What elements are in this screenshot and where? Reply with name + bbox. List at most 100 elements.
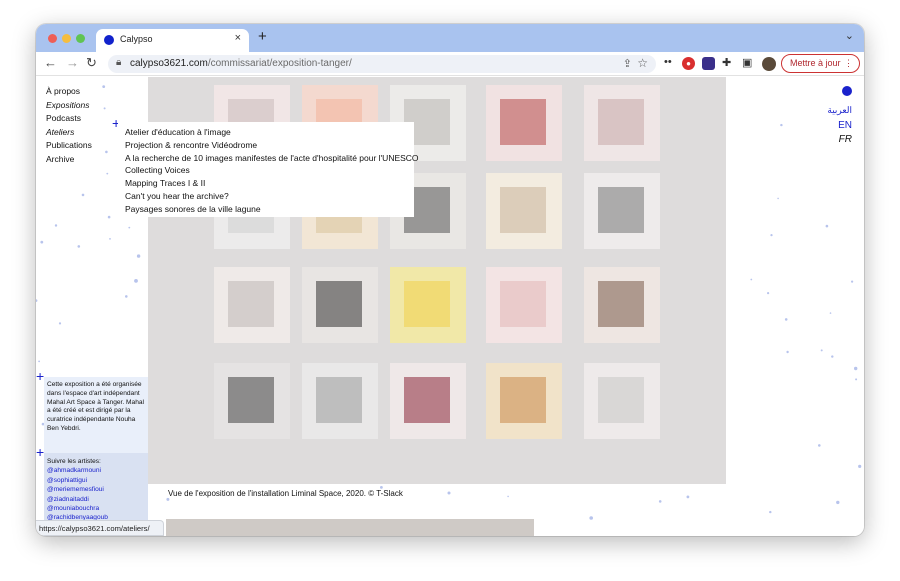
extension-dots-icon[interactable]: ••: [664, 56, 672, 68]
nav-item-archive[interactable]: Archive: [46, 153, 92, 167]
background-dot: [58, 322, 62, 325]
minimize-window-button[interactable]: [62, 34, 71, 43]
background-dot: [658, 500, 662, 503]
atelier-item[interactable]: Atelier d'éducation à l'image: [125, 126, 414, 139]
background-dot: [750, 278, 753, 281]
background-dot: [770, 234, 773, 237]
bookmark-star-icon[interactable]: ☆: [637, 56, 648, 70]
artist-link[interactable]: @mouniabouchra: [47, 504, 145, 513]
artwork-mark: [500, 187, 546, 233]
background-dot: [769, 510, 772, 514]
background-dot: [166, 497, 170, 501]
background-dot: [136, 254, 141, 258]
next-image: [166, 519, 534, 536]
background-dot: [40, 240, 44, 244]
background-dot: [777, 197, 779, 200]
tab-strip: Calypso × + ⌄: [36, 24, 864, 52]
nav-item-a-propos[interactable]: À propos: [46, 85, 92, 99]
background-dot: [81, 193, 85, 197]
background-dot: [780, 123, 783, 127]
nav-item-ateliers[interactable]: Ateliers: [46, 126, 92, 140]
browser-tab[interactable]: Calypso ×: [96, 29, 249, 52]
share-icon[interactable]: ⇪: [623, 57, 632, 70]
language-switcher: العربية EN FR: [827, 83, 852, 145]
background-dot: [686, 495, 690, 499]
background-dot: [77, 245, 81, 248]
lang-fr[interactable]: FR: [827, 134, 852, 145]
back-arrow-icon[interactable]: ←: [44, 55, 57, 70]
extension-badge-icon[interactable]: [702, 57, 715, 70]
extensions-puzzle-icon[interactable]: ✚: [722, 56, 731, 69]
background-dot: [109, 238, 111, 240]
background-dot: [125, 295, 128, 298]
artist-link[interactable]: @ahmadkarmouni: [47, 466, 145, 475]
update-button[interactable]: Mettre à jour ⋮: [781, 54, 860, 73]
maximize-window-button[interactable]: [76, 34, 85, 43]
background-dot: [103, 107, 106, 110]
artwork-mark: [598, 99, 644, 145]
background-dot: [854, 366, 858, 371]
close-window-button[interactable]: [48, 34, 57, 43]
background-dot: [54, 224, 58, 227]
browser-menu-icon[interactable]: ⋮: [844, 55, 853, 72]
new-tab-button[interactable]: +: [258, 28, 267, 45]
ateliers-dropdown: Atelier d'éducation à l'image Projection…: [118, 122, 419, 217]
hero-caption: Vue de l'exposition de l'installation Li…: [168, 489, 403, 498]
lock-icon[interactable]: 🔒︎: [116, 57, 121, 68]
artwork-mark: [500, 281, 546, 327]
update-label: Mettre à jour: [790, 58, 841, 68]
atelier-item[interactable]: Mapping Traces I & II: [125, 177, 414, 190]
lang-en[interactable]: EN: [827, 120, 852, 131]
sidebar-toggle-icon[interactable]: ▣: [742, 56, 752, 69]
adblock-extension-icon[interactable]: ●: [682, 57, 695, 70]
artist-link[interactable]: @ziadnaitaddi: [47, 495, 145, 504]
atelier-item[interactable]: Can't you hear the archive?: [125, 190, 414, 203]
tab-close-icon[interactable]: ×: [235, 32, 241, 44]
background-dot: [106, 172, 109, 175]
atelier-item[interactable]: Collecting Voices: [125, 164, 414, 177]
nav-item-publications[interactable]: Publications: [46, 139, 92, 153]
web-page: Vue de l'exposition de l'installation Li…: [36, 77, 864, 536]
reload-icon[interactable]: ↻: [86, 55, 97, 71]
profile-avatar[interactable]: [762, 57, 776, 71]
lang-arabic[interactable]: العربية: [827, 105, 852, 116]
background-dot: [836, 500, 840, 505]
artwork-mark: [316, 377, 362, 423]
forward-arrow-icon[interactable]: →: [66, 55, 79, 70]
background-dot: [784, 318, 788, 321]
address-bar[interactable]: 🔒︎ calypso3621.com/commissariat/expositi…: [108, 55, 656, 73]
atelier-item[interactable]: A la recherche de 10 images manifestes d…: [125, 152, 419, 165]
background-dot: [825, 224, 829, 228]
background-dot: [818, 444, 821, 447]
exhibition-info-text: Cette exposition a été organisée dans l'…: [47, 381, 145, 432]
artist-link[interactable]: @sophiattigui: [47, 476, 145, 485]
tab-title: Calypso: [120, 34, 153, 44]
artwork-mark: [316, 281, 362, 327]
artist-link[interactable]: @meriememesfioui: [47, 485, 145, 494]
atelier-item[interactable]: Projection & rencontre Vidéodrome: [125, 139, 414, 152]
artwork-mark: [404, 377, 450, 423]
background-dot: [851, 280, 854, 283]
nav-item-expositions[interactable]: Expositions: [46, 99, 92, 113]
follow-heading: Suivre les artistes:: [47, 458, 101, 465]
background-dot: [107, 215, 111, 219]
nav-item-podcasts[interactable]: Podcasts: [46, 112, 92, 126]
atelier-item[interactable]: Paysages sonores de la ville lagune: [125, 203, 414, 216]
background-dot: [102, 85, 106, 88]
tab-search-icon[interactable]: ⌄: [845, 29, 854, 42]
status-bar-url: https://calypso3621.com/ateliers/: [36, 520, 164, 536]
exhibition-info: Cette exposition a été organisée dans l'…: [44, 377, 148, 453]
background-dot: [36, 299, 38, 302]
plus-icon: +: [36, 368, 45, 384]
url-path: /commissariat/exposition-tanger/: [207, 58, 352, 69]
artwork-mark: [598, 187, 644, 233]
site-logo-dot[interactable]: [842, 86, 852, 96]
background-dot: [786, 350, 789, 354]
background-dot: [855, 378, 858, 381]
background-dot: [38, 360, 40, 363]
background-dot: [767, 292, 770, 295]
background-dot: [134, 279, 138, 283]
artwork-mark: [228, 281, 274, 327]
artwork-mark: [404, 281, 450, 327]
url-text[interactable]: calypso3621.com/commissariat/exposition-…: [130, 58, 352, 69]
